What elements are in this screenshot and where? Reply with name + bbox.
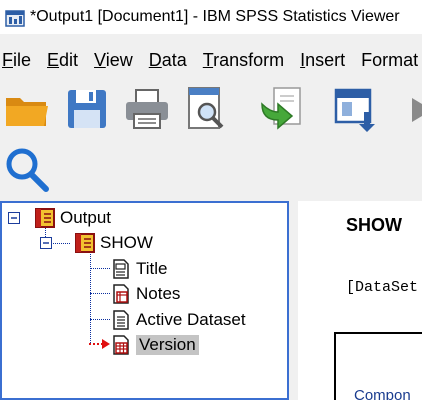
outline-pane[interactable]: Output SHOW Title Notes Active Dataset V… xyxy=(0,201,289,400)
title-bar: *Output1 [Document1] - IBM SPSS Statisti… xyxy=(0,0,422,34)
print-icon[interactable] xyxy=(122,84,172,134)
tree-node-notes[interactable]: Notes xyxy=(110,282,180,306)
menu-view-mnemonic: V xyxy=(94,49,106,70)
menu-format[interactable]: Format xyxy=(361,50,418,71)
tree-node-show[interactable]: SHOW xyxy=(40,231,153,255)
collapse-icon[interactable] xyxy=(40,237,52,249)
arrow-icon[interactable] xyxy=(400,84,422,134)
tree-connector xyxy=(90,319,110,320)
dataset-label: [DataSet xyxy=(346,279,419,296)
menu-view-rest: iew xyxy=(105,49,133,70)
content-pane[interactable]: SHOW [DataSet Compon xyxy=(298,201,422,400)
menu-file[interactable]: File xyxy=(2,50,31,71)
tree-connector xyxy=(90,293,110,294)
toolbar xyxy=(0,80,422,138)
menu-format-rest: Format xyxy=(361,49,419,70)
save-icon[interactable] xyxy=(62,84,112,134)
output-table-text: Compon xyxy=(354,387,411,400)
tree-label: Output xyxy=(60,208,112,227)
active-dataset-icon xyxy=(113,310,129,330)
pane-splitter[interactable] xyxy=(289,201,298,400)
tree-node-title[interactable]: Title xyxy=(110,257,168,281)
output-book-icon xyxy=(35,208,55,228)
menu-transform-mnemonic: T xyxy=(202,49,214,70)
window-title: *Output1 [Document1] - IBM SPSS Statisti… xyxy=(30,8,400,25)
find-icon[interactable] xyxy=(2,144,52,194)
menu-file-mnemonic: F xyxy=(2,49,13,70)
tree-node-version[interactable]: Version xyxy=(110,333,199,357)
export-icon[interactable] xyxy=(256,84,306,134)
tree-connector xyxy=(90,251,91,345)
menu-file-rest: ile xyxy=(13,49,32,70)
notes-icon xyxy=(113,284,129,304)
print-preview-icon[interactable] xyxy=(180,84,230,134)
tree-node-active-dataset[interactable]: Active Dataset xyxy=(110,308,246,332)
spss-app-icon xyxy=(5,10,25,27)
menu-insert[interactable]: Insert xyxy=(300,50,345,71)
menu-edit-mnemonic: E xyxy=(47,49,60,70)
menu-data-rest: ata xyxy=(161,49,187,70)
tree-label: Active Dataset xyxy=(136,310,246,329)
tree-label: Title xyxy=(136,259,168,278)
tree-label: SHOW xyxy=(100,233,153,252)
tree-label: Notes xyxy=(136,284,181,303)
current-item-arrow-icon xyxy=(89,339,110,349)
menu-view[interactable]: View xyxy=(94,50,133,71)
output-heading: SHOW xyxy=(346,215,402,235)
menu-transform-rest: ransform xyxy=(213,49,285,70)
menu-edit-rest: dit xyxy=(59,49,79,70)
recall-dialog-icon[interactable] xyxy=(330,84,380,134)
version-icon xyxy=(113,335,129,355)
toolbar-secondary xyxy=(0,142,422,198)
tree-node-output[interactable]: Output xyxy=(8,206,111,230)
procedure-book-icon xyxy=(75,233,95,253)
menu-bar: File Edit View Data Transform Insert For… xyxy=(0,44,422,76)
open-folder-icon[interactable] xyxy=(2,84,52,134)
menu-edit[interactable]: Edit xyxy=(47,50,78,71)
tree-label: Version xyxy=(136,335,199,355)
menu-insert-rest: nsert xyxy=(305,49,346,70)
menu-data[interactable]: Data xyxy=(149,50,187,71)
menu-data-mnemonic: D xyxy=(148,49,162,70)
collapse-icon[interactable] xyxy=(8,212,20,224)
menu-transform[interactable]: Transform xyxy=(203,50,284,71)
tree-connector xyxy=(90,268,110,269)
title-icon xyxy=(113,259,129,279)
